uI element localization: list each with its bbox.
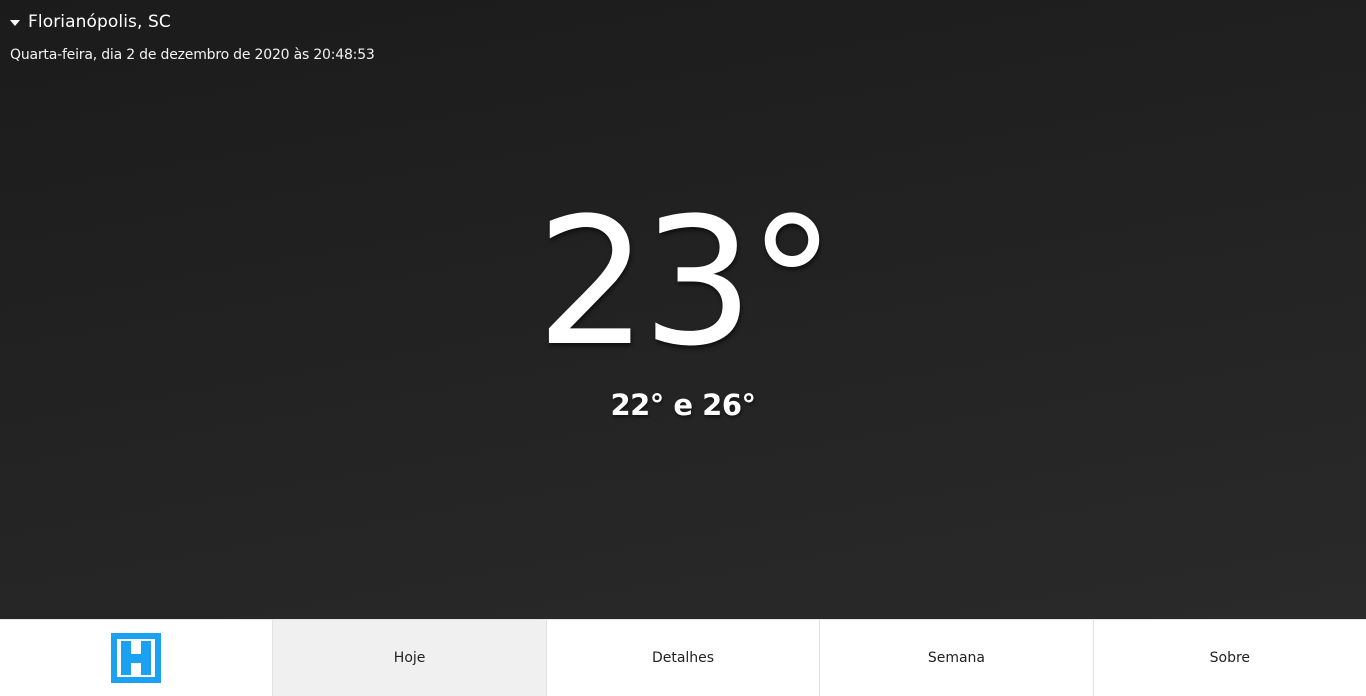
weather-app: Florianópolis, SC Quarta-feira, dia 2 de… [0,0,1366,696]
location-label: Florianópolis, SC [28,12,171,32]
current-datetime: Quarta-feira, dia 2 de dezembro de 2020 … [10,47,375,63]
weather-hero: Florianópolis, SC Quarta-feira, dia 2 de… [0,0,1366,619]
bottom-nav: Hoje Detalhes Semana Sobre [0,619,1366,696]
logo-home-link[interactable] [0,620,272,696]
caret-down-icon [10,19,20,26]
location-selector[interactable]: Florianópolis, SC [10,12,171,32]
nav-tab-hoje[interactable]: Hoje [272,620,546,696]
nav-tab-detalhes[interactable]: Detalhes [545,620,819,696]
temperature-container: 23° [0,188,1366,378]
h-logo-icon [111,633,162,683]
nav-tab-semana[interactable]: Semana [819,620,1092,696]
temperature-range: 22° e 26° [610,388,756,422]
nav-tab-sobre[interactable]: Sobre [1092,620,1366,696]
current-temperature: 23° [536,180,836,385]
